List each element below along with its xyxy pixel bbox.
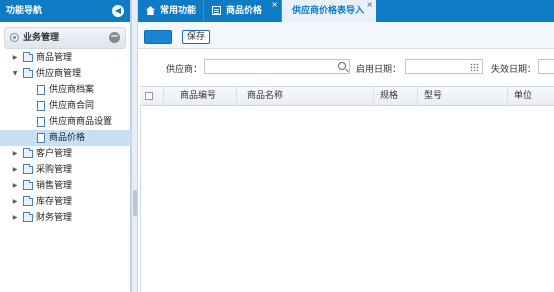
calendar-icon[interactable] (470, 63, 479, 71)
tree-item-label: 销售管理 (36, 181, 73, 191)
save-button[interactable]: 保存 (182, 30, 211, 44)
navigation-sidebar: 功能导航 ◀ 业务管理 − ▶ 商品管理 ▼ 供应商管理 供应商档案 供应商合同… (0, 0, 131, 292)
select-all-checkbox[interactable] (145, 92, 153, 100)
tree-item-supplier-contract[interactable]: 供应商合同 (0, 98, 131, 114)
page-icon (37, 117, 45, 127)
home-icon (146, 6, 155, 15)
tree-item-inventory[interactable]: ▶ 库存管理 (0, 194, 131, 210)
tab-goods-price[interactable]: 商品价格 × (204, 0, 282, 22)
add-button[interactable] (144, 30, 172, 44)
page-icon (37, 133, 45, 143)
grid-header: 商品编号 商品名称 规格 型号 单位 (140, 86, 554, 106)
tree-item-label: 财务管理 (36, 213, 73, 223)
start-date-label: 启用日期： (356, 65, 402, 75)
section-label: 业务管理 (23, 33, 60, 43)
tree-item-label: 客户管理 (36, 149, 73, 159)
tree-item-customer[interactable]: ▶ 客户管理 (0, 146, 131, 162)
tree-item-label: 供应商管理 (36, 69, 82, 79)
tree-item-goods[interactable]: ▶ 商品管理 (0, 50, 131, 66)
page-icon (37, 101, 45, 111)
tree-item-label: 供应商合同 (49, 101, 95, 111)
sidebar-section-business[interactable]: 业务管理 − (4, 27, 126, 49)
expand-arrow-icon[interactable]: ▶ (11, 50, 19, 66)
tab-label: 供应商价格表导入 (292, 6, 365, 16)
tab-supplier-price-import[interactable]: 供应商价格表导入 × (282, 0, 376, 22)
column-header-name[interactable]: 商品名称 (237, 87, 374, 106)
folder-icon (23, 148, 33, 158)
expand-arrow-icon[interactable]: ▶ (11, 178, 19, 194)
tab-label: 常用功能 (160, 6, 197, 16)
sidebar-title: 功能导航 (6, 6, 43, 16)
folder-icon (23, 212, 33, 222)
collapse-sidebar-icon[interactable]: ◀ (112, 5, 124, 17)
tree-item-label: 商品价格 (49, 133, 86, 143)
tree-item-sales[interactable]: ▶ 销售管理 (0, 178, 131, 194)
column-header-spec[interactable]: 规格 (374, 87, 418, 106)
splitter-grip-icon[interactable] (133, 190, 137, 216)
folder-icon (23, 164, 33, 174)
tree-item-supplier-management[interactable]: ▼ 供应商管理 (0, 66, 131, 82)
select-all-cell (140, 87, 164, 106)
filter-bar: 供应商： 启用日期： 失效日期： (138, 49, 554, 85)
folder-icon (23, 68, 33, 78)
close-tab-icon[interactable]: × (271, 0, 278, 16)
tree-item-label: 采购管理 (36, 165, 73, 175)
search-icon[interactable] (338, 62, 346, 70)
expand-arrow-icon[interactable]: ▶ (11, 162, 19, 178)
column-header-unit[interactable]: 单位 (508, 87, 554, 106)
collapse-arrow-icon[interactable]: ▼ (11, 66, 19, 82)
end-date-label: 失效日期： (491, 65, 537, 75)
section-icon (10, 33, 19, 42)
sidebar-header: 功能导航 ◀ (0, 0, 130, 22)
folder-icon (23, 52, 33, 62)
expand-arrow-icon[interactable]: ▶ (11, 146, 19, 162)
main-panel: 常用功能 商品价格 × 供应商价格表导入 × 保存 供应商： 启用日期： 失效日… (138, 0, 554, 292)
expand-arrow-icon[interactable]: ▶ (11, 210, 19, 226)
column-header-code[interactable]: 商品编号 (164, 87, 237, 106)
toolbar: 保存 (138, 22, 554, 49)
close-tab-icon[interactable]: × (366, 0, 373, 16)
tab-label: 商品价格 (226, 6, 263, 16)
tree-item-supplier-archive[interactable]: 供应商档案 (0, 82, 131, 98)
grid-body (140, 107, 554, 292)
navigation-tree: ▶ 商品管理 ▼ 供应商管理 供应商档案 供应商合同 供应商商品设置 商品价格 … (0, 50, 131, 226)
page-icon (37, 85, 45, 95)
column-header-model[interactable]: 型号 (418, 87, 508, 106)
start-date-input[interactable] (405, 59, 483, 74)
tree-item-purchase[interactable]: ▶ 采购管理 (0, 162, 131, 178)
tree-item-label: 供应商商品设置 (49, 117, 113, 127)
tree-item-goods-price[interactable]: 商品价格 (0, 130, 131, 146)
folder-icon (23, 180, 33, 190)
tree-item-label: 商品管理 (36, 53, 73, 63)
tree-item-finance[interactable]: ▶ 财务管理 (0, 210, 131, 226)
tree-item-label: 供应商档案 (49, 85, 95, 95)
tree-item-supplier-goods-settings[interactable]: 供应商商品设置 (0, 114, 131, 130)
tree-item-label: 库存管理 (36, 197, 73, 207)
end-date-input[interactable] (538, 59, 554, 74)
tab-bar: 常用功能 商品价格 × 供应商价格表导入 × (138, 0, 554, 22)
collapse-section-icon[interactable]: − (109, 32, 120, 43)
folder-icon (23, 196, 33, 206)
document-icon (212, 6, 221, 15)
supplier-input[interactable] (204, 59, 350, 74)
supplier-label: 供应商： (166, 65, 203, 75)
sidebar-splitter[interactable] (131, 0, 138, 292)
expand-arrow-icon[interactable]: ▶ (11, 194, 19, 210)
tab-common-functions[interactable]: 常用功能 (138, 0, 204, 22)
